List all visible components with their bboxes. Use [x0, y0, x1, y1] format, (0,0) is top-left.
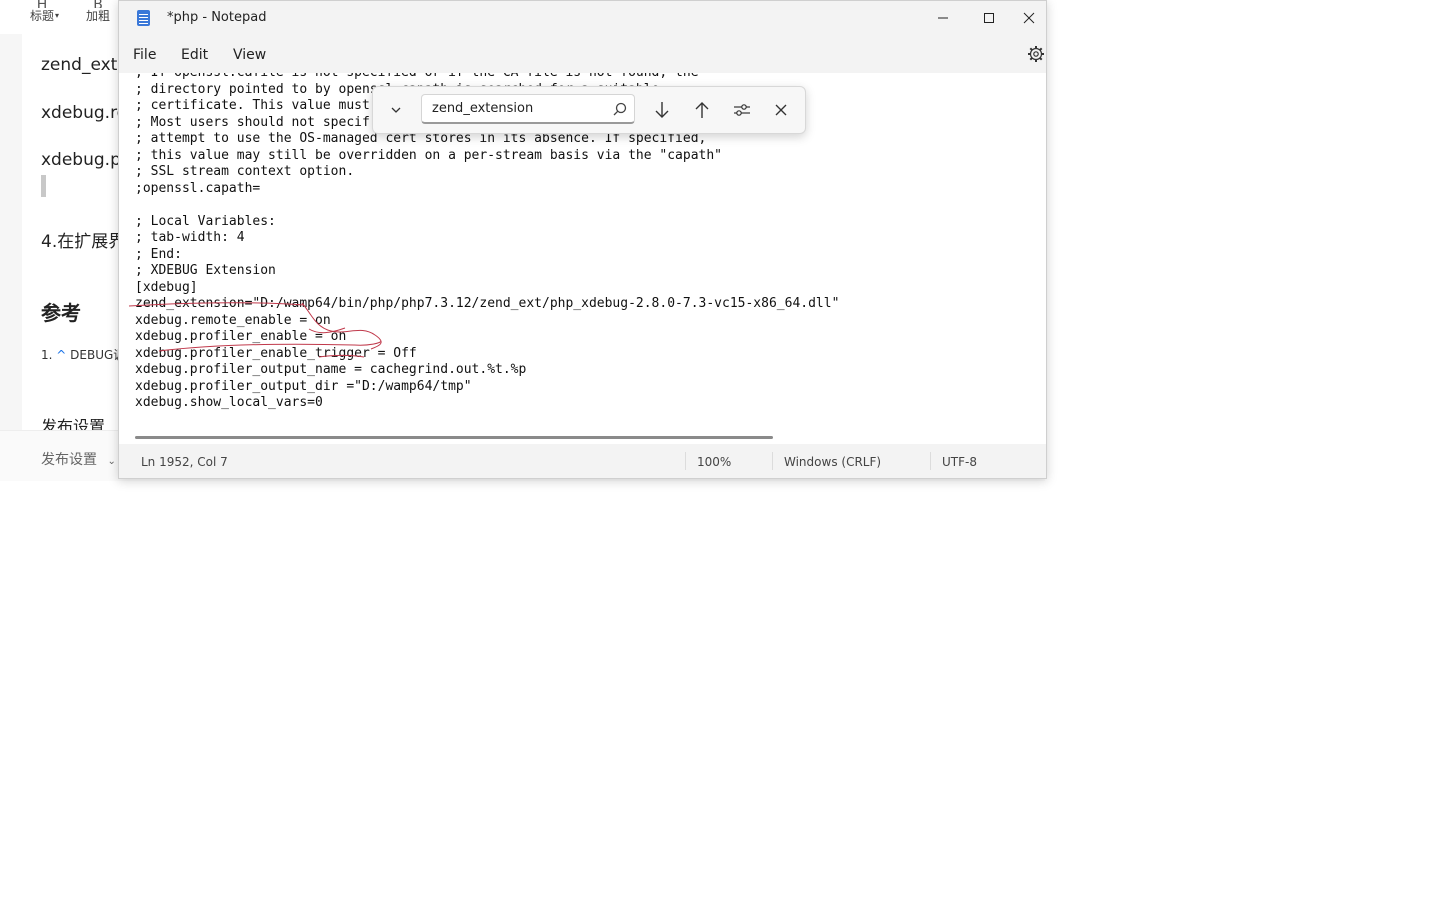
maximize-icon	[984, 13, 994, 23]
left-gutter	[0, 34, 22, 430]
line-ending[interactable]: Windows (CRLF)	[784, 455, 881, 469]
find-bar	[372, 86, 806, 134]
menu-edit[interactable]: Edit	[181, 47, 208, 63]
bold-icon: B	[93, 0, 103, 8]
notepad-app-icon	[137, 10, 150, 26]
toolbar-heading-button[interactable]: H 标题 ▾	[22, 0, 62, 24]
gear-icon[interactable]	[1026, 44, 1046, 64]
maximize-button[interactable]	[966, 1, 1012, 35]
heading-icon: H	[36, 0, 48, 8]
horizontal-scrollbar[interactable]	[135, 436, 773, 439]
menu-file[interactable]: File	[133, 47, 156, 63]
close-button[interactable]	[1012, 1, 1046, 35]
status-bar: Ln 1952, Col 7 100% Windows (CRLF) UTF-8	[119, 444, 1046, 478]
notepad-window: *php - Notepad File Edit View ; If opens…	[118, 0, 1047, 479]
status-divider	[930, 452, 931, 470]
publish-settings-button[interactable]: 发布设置 ⌄	[41, 449, 116, 469]
toolbar-bold-button[interactable]: B 加粗	[78, 0, 118, 24]
reference-number: 1.	[41, 348, 53, 362]
zoom-level[interactable]: 100%	[697, 455, 731, 469]
chevron-down-icon: ⌄	[107, 456, 116, 467]
find-next-button[interactable]	[647, 95, 677, 125]
close-icon	[775, 104, 787, 116]
minimize-button[interactable]	[920, 1, 966, 35]
status-divider	[772, 452, 773, 470]
text-cursor	[41, 175, 46, 197]
doc-heading: 参考	[41, 301, 81, 325]
menu-view[interactable]: View	[233, 47, 266, 63]
doc-line: zend_exte	[41, 55, 128, 75]
publish-settings-label: 发布设置	[41, 452, 97, 468]
doc-line: xdebug.re	[41, 103, 128, 123]
status-divider	[685, 452, 686, 470]
minimize-icon	[938, 17, 948, 19]
close-find-button[interactable]	[766, 95, 796, 125]
chevron-down-icon	[391, 107, 401, 113]
section-title: 发布设置	[41, 417, 106, 430]
title-bar[interactable]: *php - Notepad	[119, 1, 1046, 35]
reference-caret[interactable]: ^	[56, 348, 66, 362]
encoding[interactable]: UTF-8	[942, 455, 977, 469]
arrow-down-icon	[655, 102, 669, 118]
find-previous-button[interactable]	[687, 95, 717, 125]
window-title: *php - Notepad	[167, 10, 267, 25]
chevron-down-icon: ▾	[55, 11, 60, 20]
find-options-button[interactable]	[727, 95, 757, 125]
reference-item[interactable]: 1. ^ DEBUG调	[41, 346, 125, 363]
toggle-replace-button[interactable]	[381, 95, 411, 125]
find-input[interactable]	[421, 94, 635, 124]
cursor-position: Ln 1952, Col 7	[141, 455, 228, 469]
menu-bar: File Edit View	[119, 35, 1046, 73]
search-icon[interactable]	[611, 100, 629, 118]
close-icon	[1023, 12, 1035, 24]
doc-line: 4.在扩展界	[41, 232, 126, 252]
arrow-up-icon	[695, 102, 709, 118]
sliders-icon	[734, 104, 750, 116]
doc-line: xdebug.pr	[41, 150, 128, 170]
toolbar-bold-label: 加粗	[85, 9, 110, 23]
